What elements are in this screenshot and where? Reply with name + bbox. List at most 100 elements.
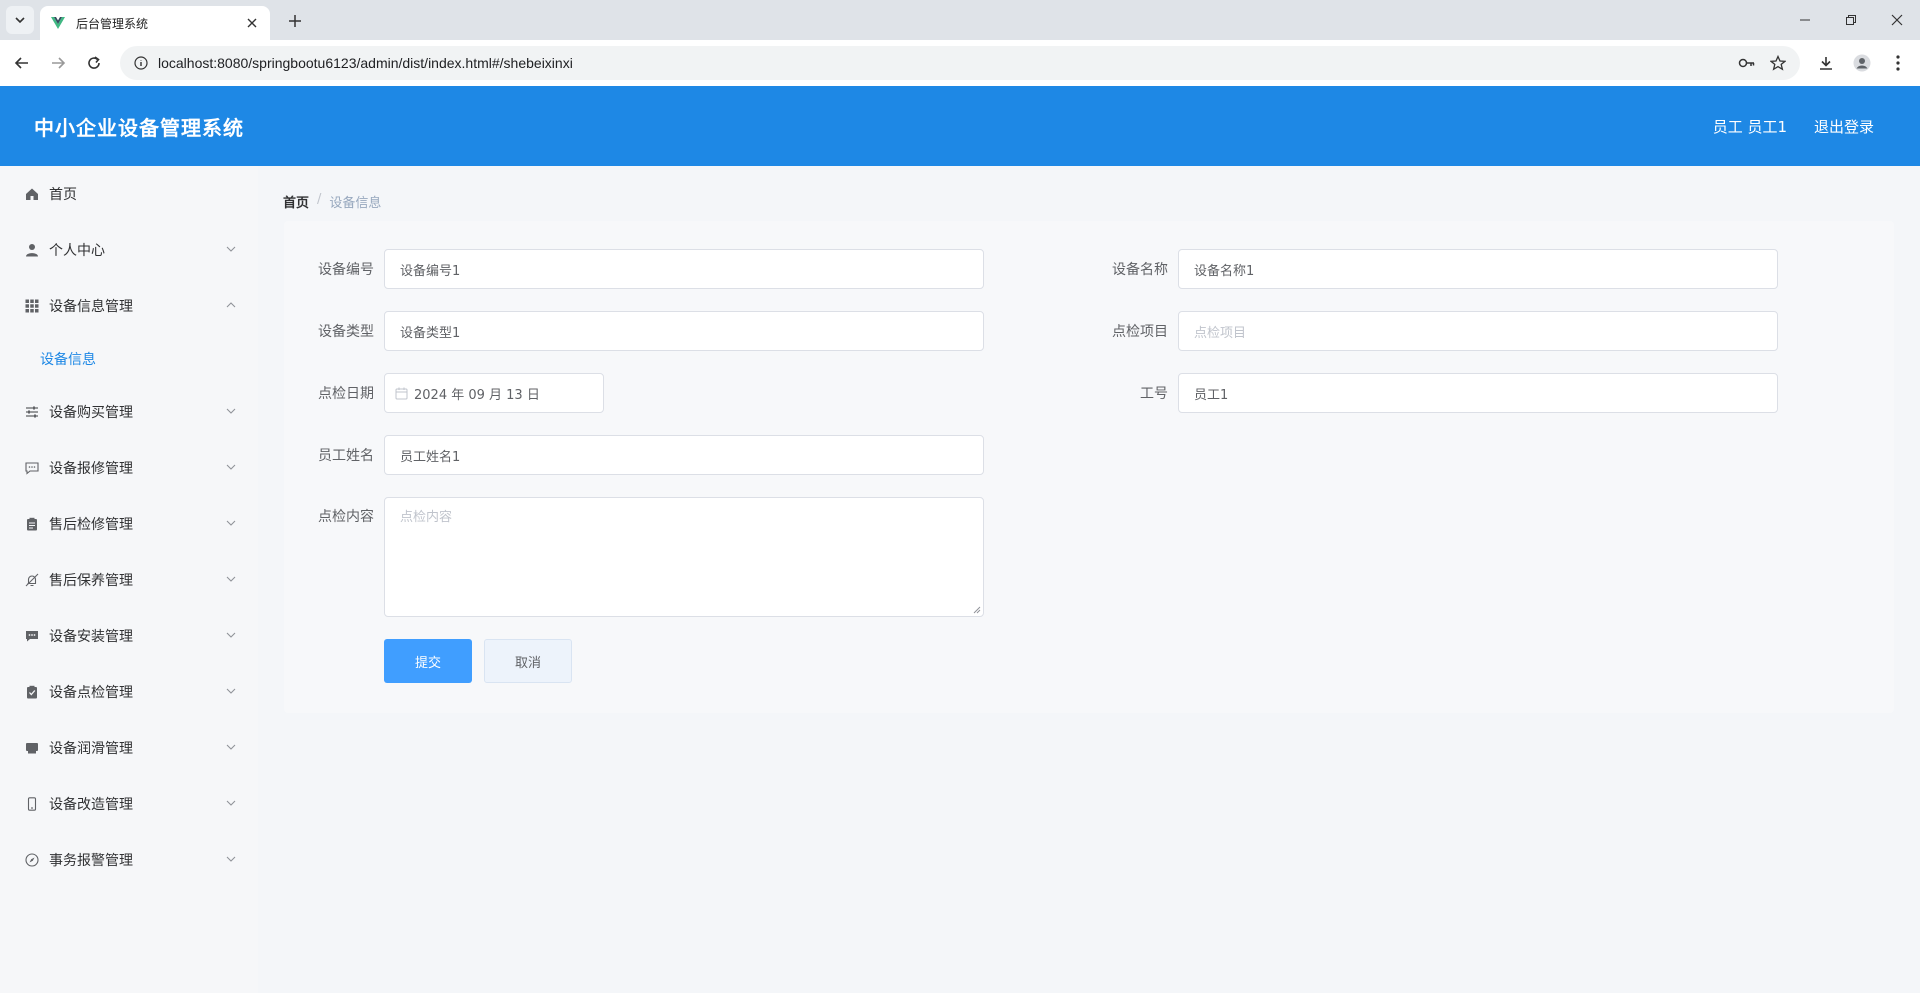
minimize-icon [1800, 19, 1810, 21]
browser-menu-button[interactable] [1884, 49, 1912, 77]
breadcrumb-home[interactable]: 首页 [283, 192, 309, 211]
sidebar-item-device-repair[interactable]: 设备报修管理 [0, 440, 258, 496]
app-title: 中小企业设备管理系统 [34, 118, 244, 140]
sidebar-item-label: 首页 [49, 187, 77, 203]
address-bar[interactable]: localhost:8080/springbootu6123/admin/dis… [120, 46, 1800, 80]
sliders-icon [24, 404, 40, 420]
device-name-label: 设备名称 [1112, 262, 1168, 278]
sidebar-item-device-spot-check[interactable]: 设备点检管理 [0, 664, 258, 720]
sidebar-item-alarm-management[interactable]: 事务报警管理 [0, 832, 258, 888]
browser-tab[interactable]: 后台管理系统 [40, 6, 270, 40]
sidebar-item-label: 设备安装管理 [49, 629, 133, 645]
device-name-input[interactable]: 设备名称1 [1178, 249, 1778, 289]
compass-icon [24, 852, 40, 868]
sidebar-item-label: 事务报警管理 [49, 853, 133, 869]
grid-icon [24, 298, 40, 314]
sidebar-item-device-lubrication[interactable]: 设备润滑管理 [0, 720, 258, 776]
sidebar-item-label: 设备点检管理 [49, 685, 133, 701]
main-content: 首页 / 设备信息 设备编号 设备编号1 设备名称 设备名称1 设备类型 设备类… [258, 166, 1920, 993]
device-type-input[interactable]: 设备类型1 [384, 311, 984, 351]
close-icon [1891, 14, 1903, 26]
sidebar-item-label: 售后检修管理 [49, 517, 133, 533]
cancel-button[interactable]: 取消 [484, 639, 572, 683]
check-date-picker[interactable]: 2024 年 09 月 13 日 [384, 373, 604, 413]
back-button[interactable] [8, 49, 36, 77]
submit-button[interactable]: 提交 [384, 639, 472, 683]
sidebar-item-label: 设备报修管理 [49, 461, 133, 477]
forward-button[interactable] [44, 49, 72, 77]
device-no-input[interactable]: 设备编号1 [384, 249, 984, 289]
chat-icon [24, 460, 40, 476]
restore-button[interactable] [1828, 0, 1874, 40]
minimize-button[interactable] [1782, 0, 1828, 40]
sidebar-item-device-info-management[interactable]: 设备信息管理 [0, 278, 258, 334]
user-icon [24, 242, 40, 258]
sidebar-item-label: 个人中心 [49, 243, 105, 259]
tab-search-button[interactable] [6, 6, 34, 34]
bookmark-star-icon[interactable] [1770, 55, 1786, 71]
submenu-item-label: 设备信息 [40, 352, 96, 368]
sidebar-item-aftersales-maintenance[interactable]: 售后保养管理 [0, 552, 258, 608]
employee-name-input[interactable]: 员工姓名1 [384, 435, 984, 475]
device-type-label: 设备类型 [318, 324, 374, 340]
app-header: 中小企业设备管理系统 员工 员工1 退出登录 [0, 86, 1920, 166]
downloads-button[interactable] [1812, 49, 1840, 77]
bell-off-icon [24, 572, 40, 588]
info-icon [134, 56, 148, 70]
download-icon [1820, 57, 1832, 70]
sidebar-item-personal-center[interactable]: 个人中心 [0, 222, 258, 278]
calendar-icon [395, 387, 408, 399]
vue-logo-icon [51, 17, 65, 29]
employee-name-label: 员工姓名 [318, 448, 374, 464]
arrow-right-icon [52, 57, 66, 69]
chevron-down-icon [226, 246, 236, 252]
chevron-up-icon [226, 302, 236, 308]
sidebar-item-device-installation[interactable]: 设备安装管理 [0, 608, 258, 664]
reload-icon [88, 56, 100, 69]
device-no-label: 设备编号 [318, 262, 374, 278]
sidebar-item-device-retrofit[interactable]: 设备改造管理 [0, 776, 258, 832]
more-vertical-icon [1896, 55, 1900, 71]
chevron-down-icon [226, 520, 236, 526]
check-content-textarea[interactable]: 点检内容 [384, 497, 984, 617]
close-window-button[interactable] [1874, 0, 1920, 40]
tab-close-icon[interactable] [244, 15, 260, 31]
breadcrumb-current: 设备信息 [329, 196, 382, 211]
sidebar-item-label: 设备润滑管理 [49, 741, 133, 757]
sidebar-item-label: 设备信息管理 [49, 299, 133, 315]
check-date-label: 点检日期 [318, 386, 374, 402]
breadcrumb: 首页 / 设备信息 [283, 192, 381, 211]
check-content-label: 点检内容 [318, 509, 374, 525]
sidebar-item-label: 设备改造管理 [49, 797, 133, 813]
sidebar-item-home[interactable]: 首页 [0, 166, 258, 222]
logout-link[interactable]: 退出登录 [1814, 116, 1874, 137]
arrow-left-icon [14, 57, 28, 69]
chevron-down-icon [226, 744, 236, 750]
employee-no-label: 工号 [1140, 386, 1168, 402]
sidebar-item-device-purchase[interactable]: 设备购买管理 [0, 384, 258, 440]
breadcrumb-separator: / [317, 192, 322, 207]
submenu-item-device-info[interactable]: 设备信息 [0, 334, 258, 384]
url-text: localhost:8080/springbootu6123/admin/dis… [158, 55, 573, 71]
plus-icon [289, 15, 301, 27]
check-date-value: 2024 年 09 月 13 日 [414, 387, 540, 403]
phone-icon [24, 796, 40, 812]
chevron-down-icon [226, 464, 236, 470]
chevron-down-icon [15, 17, 25, 24]
employee-no-input[interactable]: 员工1 [1178, 373, 1778, 413]
sidebar-item-label: 售后保养管理 [49, 573, 133, 589]
check-content-placeholder: 点检内容 [400, 510, 453, 525]
resize-grip-icon[interactable] [973, 606, 981, 614]
clipboard-icon [24, 516, 40, 532]
new-tab-button[interactable] [282, 8, 308, 34]
check-item-input[interactable]: 点检项目 [1178, 311, 1778, 351]
chevron-down-icon [226, 688, 236, 694]
key-icon[interactable] [1738, 56, 1756, 70]
check-item-label: 点检项目 [1112, 324, 1168, 340]
chevron-down-icon [226, 856, 236, 862]
device-info-form: 设备编号 设备编号1 设备名称 设备名称1 设备类型 设备类型1 点检项目 点检… [284, 221, 1894, 713]
message-icon [24, 628, 40, 644]
sidebar-item-aftersales-inspection[interactable]: 售后检修管理 [0, 496, 258, 552]
profile-button[interactable] [1848, 49, 1876, 77]
reload-button[interactable] [80, 49, 108, 77]
